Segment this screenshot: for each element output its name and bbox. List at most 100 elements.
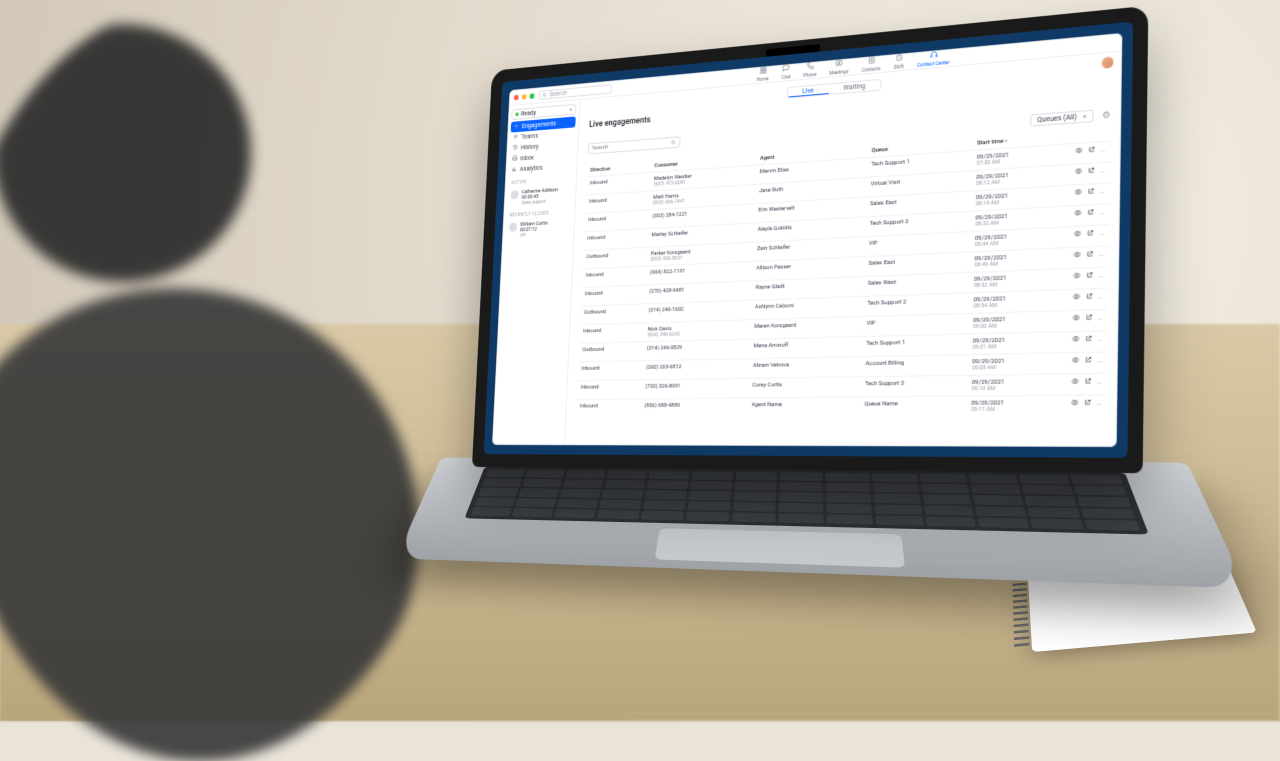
global-search-placeholder: Search [549,89,567,98]
topnav-home[interactable]: Home [757,66,770,83]
row-more-button[interactable]: … [1098,314,1103,322]
cell-consumer: (260) 203-6812 [642,359,749,380]
agent-status-label: Ready [521,109,536,117]
row-more-button[interactable]: … [1099,272,1104,280]
topnav-meetings[interactable]: Meetings [829,58,849,76]
laptop-keyboard [464,467,1148,535]
join-button[interactable] [1086,229,1094,239]
engagement-card[interactable]: William Curtis · 00:07:12 VIP [505,217,571,242]
join-button[interactable] [1084,377,1092,387]
row-more-button[interactable]: … [1100,167,1105,175]
join-button[interactable] [1087,187,1095,197]
table-search-input[interactable] [592,140,668,151]
listen-in-button[interactable] [1072,356,1080,366]
listen-in-button[interactable] [1075,167,1083,177]
join-button[interactable] [1086,271,1094,281]
listen-in-button[interactable] [1073,251,1081,261]
tab-waiting[interactable]: Waiting [828,80,880,94]
view-tabs: LiveWaiting [787,79,882,99]
join-button[interactable] [1085,292,1093,302]
cell-agent: Agent Name [747,397,860,417]
clock-icon [895,53,903,63]
cell-start: 09/29/202109:08 AM [968,353,1061,375]
listen-in-button[interactable] [1074,209,1082,219]
queue-filter[interactable]: Queues (All) ▾ [1030,110,1094,127]
history-icon [513,144,518,152]
gear-icon[interactable]: ⚙ [1102,110,1111,121]
users-icon [835,59,843,69]
laptop-trackpad [655,528,905,567]
row-more-button[interactable]: … [1097,378,1103,386]
row-more-button[interactable]: … [1098,336,1103,344]
cell-agent: Maren Korsgaard [750,316,863,339]
topnav-contact-center[interactable]: Contact Center [917,49,950,69]
main-content: LiveWaiting Live engagements Queues (All… [565,51,1122,447]
chevron-down-icon: ▾ [569,106,572,113]
cell-direction: Inbound [582,266,647,287]
join-button[interactable] [1084,399,1092,409]
sidebar-item-label: History [521,143,539,152]
topnav-contacts[interactable]: Contacts [861,55,880,73]
listen-in-button[interactable] [1073,293,1081,303]
cell-agent: Abram Vetrova [749,357,862,379]
window-controls[interactable] [514,93,535,100]
listen-in-button[interactable] [1073,272,1081,282]
row-more-button[interactable]: … [1097,400,1103,408]
app-window: Search Home Chat Phone Meetings Contacts Shif… [492,33,1122,447]
join-button[interactable] [1087,166,1095,176]
chevron-down-icon: ▾ [1083,113,1086,120]
join-button[interactable] [1085,314,1093,324]
listen-in-button[interactable] [1074,230,1082,240]
listen-in-button[interactable] [1072,335,1080,345]
team-icon [513,134,518,142]
table-row[interactable]: Inbound (856) 688-4889 Agent Name Queue … [576,395,1107,418]
row-more-button[interactable]: … [1097,357,1103,365]
cell-queue: Account Billing [861,355,968,377]
cell-queue: Tech Support 3 [861,375,968,397]
listen-in-button[interactable] [1071,377,1079,387]
row-more-button[interactable]: … [1100,188,1105,196]
engagement-card-sub: VIP [520,231,568,239]
row-more-button[interactable]: … [1099,251,1104,259]
topnav-chat[interactable]: Chat [781,64,791,81]
join-button[interactable] [1085,335,1093,345]
cell-direction: Inbound [576,399,641,418]
row-more-button[interactable]: … [1099,230,1104,238]
cell-direction: Outbound [580,304,645,325]
search-icon [671,139,676,145]
row-more-button[interactable]: … [1100,146,1105,154]
cell-consumer: Nick Davis(904) 340-6243 [644,320,751,342]
cell-queue: VIP [862,313,969,336]
listen-in-button[interactable] [1075,147,1083,157]
table-search[interactable] [588,136,681,154]
tab-live[interactable]: Live [788,84,829,97]
cell-start: 09/29/202109:10 AM [967,374,1060,396]
chat-icon [782,64,790,74]
engagements-icon [514,123,519,131]
cell-consumer: (856) 688-4889 [641,398,749,418]
join-button[interactable] [1086,250,1094,260]
cell-start: 09/29/202109:00 AM [969,311,1061,334]
avatar [509,223,517,232]
join-button[interactable] [1084,356,1092,366]
avatar [510,190,518,200]
topnav-phone[interactable]: Phone [803,61,817,78]
sidebar-item-label: Inbox [520,154,534,162]
row-more-button[interactable]: … [1099,209,1104,217]
search-icon [542,92,547,98]
listen-in-button[interactable] [1074,188,1082,198]
cell-consumer: (720) 326-8091 [641,378,749,399]
topnav-shift[interactable]: Shift [894,53,904,71]
join-button[interactable] [1087,208,1095,218]
join-button[interactable] [1088,146,1096,156]
listen-in-button[interactable] [1071,399,1079,409]
cell-agent: Mena Aminoff [750,337,863,359]
cell-queue: Queue Name [860,396,967,417]
topnav-label: Shift [894,64,904,71]
cell-consumer: (314) 246-0829 [643,339,750,361]
row-more-button[interactable]: … [1098,293,1103,301]
cell-direction: Inbound [577,380,642,400]
inbox-icon [512,155,517,163]
engagements-table: DirectionConsumerAgentQueueStart time In… [576,127,1110,418]
listen-in-button[interactable] [1072,314,1080,324]
